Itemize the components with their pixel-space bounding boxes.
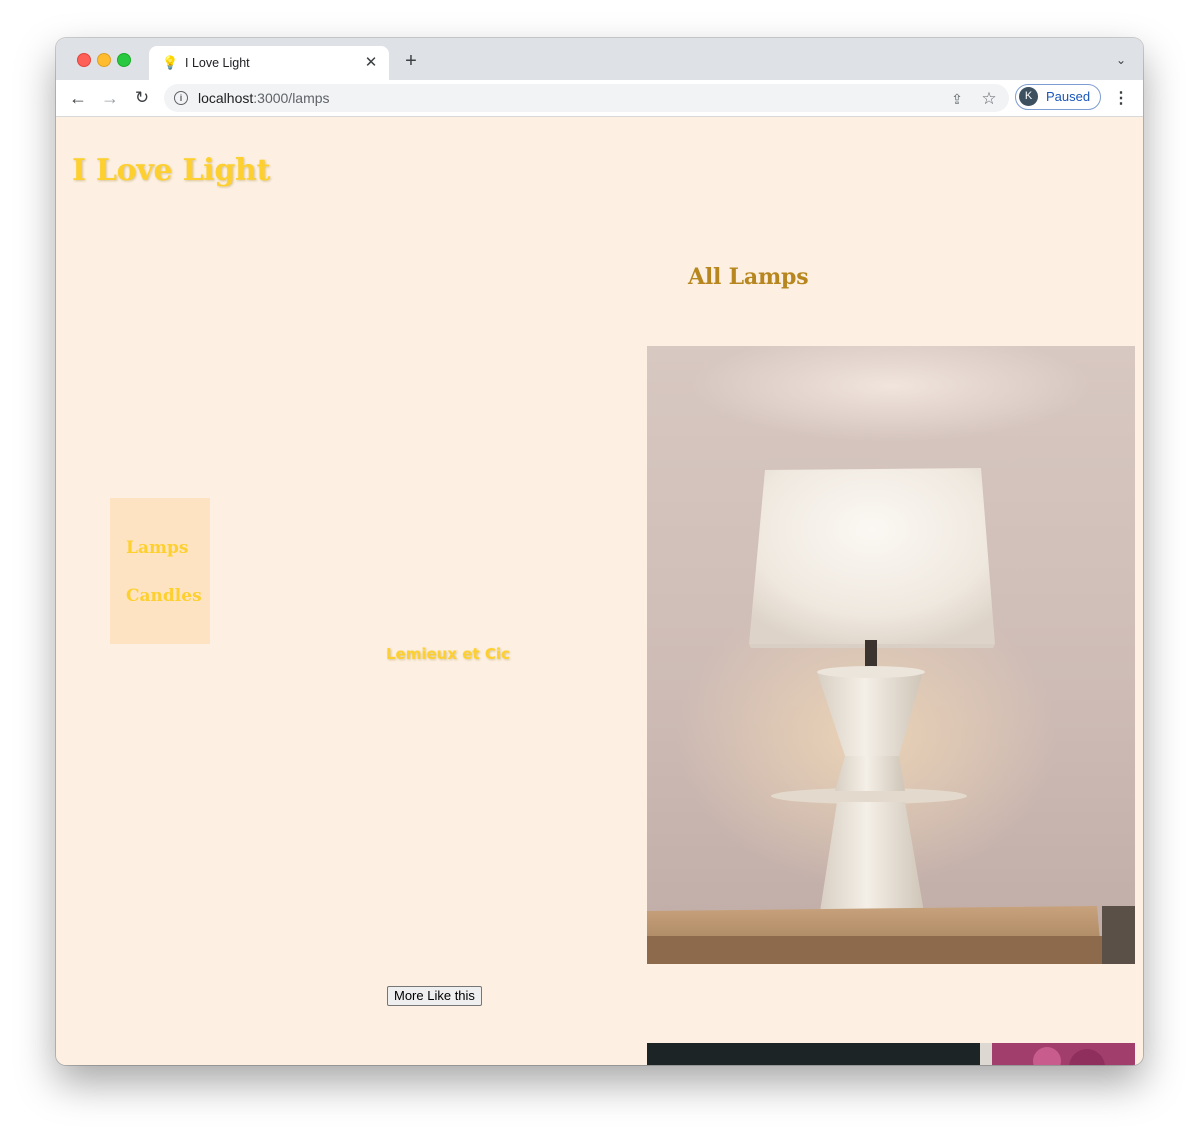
reload-icon[interactable]: ↻ <box>132 88 152 108</box>
share-icon[interactable]: ⇪ <box>949 91 965 107</box>
tab-title: I Love Light <box>185 56 250 70</box>
address-bar[interactable]: i localhost:3000/lamps <box>164 84 1009 112</box>
site-title: I Love Light <box>72 153 271 188</box>
browser-tab[interactable]: 💡 I Love Light ✕ <box>149 46 389 80</box>
close-window-button[interactable] <box>77 53 91 67</box>
url-host: localhost <box>198 90 254 106</box>
url-text[interactable]: localhost:3000/lamps <box>198 90 330 106</box>
more-options-icon[interactable]: ⋮ <box>1113 90 1129 108</box>
page-content: I Love Light All Lamps Lamps Candles Lem… <box>56 117 1143 1065</box>
section-title: All Lamps <box>688 264 809 290</box>
forward-arrow-icon[interactable]: → <box>100 88 120 108</box>
sidebar-item-candles[interactable]: Candles <box>126 585 202 607</box>
product-name: Lemieux et Cic <box>386 645 510 663</box>
browser-window: 💡 I Love Light ✕ + ⌄ ← → ↻ i localhost:3… <box>56 38 1143 1065</box>
table-lamp-photo <box>647 346 1135 964</box>
maximize-window-button[interactable] <box>117 53 131 67</box>
profile-status: Paused <box>1046 89 1091 104</box>
minimize-window-button[interactable] <box>97 53 111 67</box>
next-product-photo <box>647 1043 1135 1065</box>
new-tab-plus-icon[interactable]: + <box>401 51 421 71</box>
browser-toolbar: ← → ↻ i localhost:3000/lamps ⇪ ☆ K Pause… <box>56 80 1143 117</box>
tab-bar: 💡 I Love Light ✕ + ⌄ <box>56 38 1143 80</box>
close-icon[interactable]: ✕ <box>362 54 380 72</box>
more-like-this-button[interactable]: More Like this <box>387 986 482 1006</box>
url-path: :3000/lamps <box>253 90 330 106</box>
sidebar-nav: Lamps Candles <box>110 498 210 644</box>
profile-button[interactable]: K Paused <box>1015 84 1101 110</box>
star-icon[interactable]: ☆ <box>980 90 998 108</box>
sidebar-item-lamps[interactable]: Lamps <box>126 537 188 559</box>
lightbulb-icon: 💡 <box>162 55 179 70</box>
avatar: K <box>1019 87 1038 106</box>
back-arrow-icon[interactable]: ← <box>68 88 88 108</box>
info-icon[interactable]: i <box>174 91 188 105</box>
chevron-down-icon[interactable]: ⌄ <box>1113 52 1129 68</box>
